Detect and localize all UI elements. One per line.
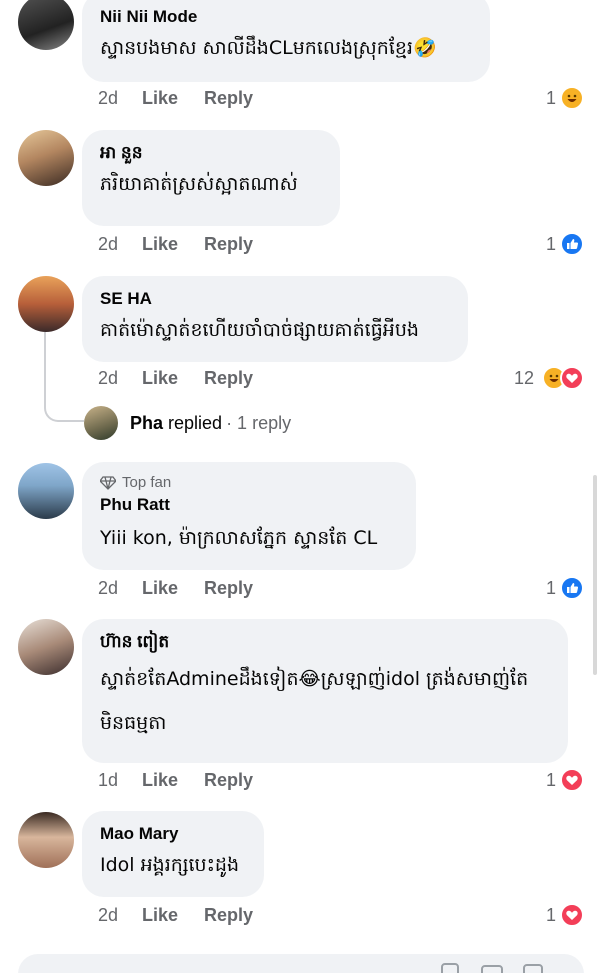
comment-timestamp[interactable]: 2d	[98, 368, 142, 389]
comment-text: Idol អង្គរក្សបេះដូង	[100, 854, 240, 876]
comment-timestamp[interactable]: 2d	[98, 88, 142, 109]
thumbs-up-icon	[560, 232, 584, 256]
reaction-count: 1	[545, 577, 556, 598]
replies-link[interactable]: Pha replied · 1 reply	[84, 406, 291, 440]
comment-actions: 2d Like Reply	[98, 368, 279, 389]
comment-actions: 1d Like Reply	[98, 770, 279, 791]
like-button[interactable]: Like	[142, 905, 178, 926]
reply-author[interactable]: Pha	[130, 413, 163, 434]
sticker-icon[interactable]	[440, 962, 462, 973]
heart-icon	[560, 366, 584, 390]
comment-bubble: Nii Nii Mode ស្ទានបងមាស សាលីដឹងCLមកលេងស្…	[82, 0, 490, 82]
camera-icon[interactable]	[480, 962, 504, 973]
comment-bubble: អា នួន ភរិយាគាត់ស្រស់ស្អាតណាស់	[82, 130, 340, 226]
avatar[interactable]	[84, 406, 118, 440]
reaction-summary[interactable]: 12	[514, 366, 584, 390]
reaction-count: 12	[513, 367, 534, 388]
scrollbar[interactable]	[593, 475, 597, 675]
comment-author[interactable]: Mao Mary	[100, 823, 246, 845]
gif-icon[interactable]	[522, 962, 544, 973]
comment-timestamp[interactable]: 2d	[98, 234, 142, 255]
comment-timestamp[interactable]: 1d	[98, 770, 142, 791]
comment-text: ភរិយាគាត់ស្រស់ស្អាតណាស់	[100, 173, 298, 195]
comment-actions: 2d Like Reply	[98, 88, 279, 109]
comment-actions: 2d Like Reply	[98, 578, 279, 599]
heart-icon	[560, 768, 584, 792]
avatar[interactable]	[18, 812, 74, 868]
like-button[interactable]: Like	[142, 368, 178, 389]
avatar[interactable]	[18, 619, 74, 675]
comment-text: ស្ទាត់ខតែAdmineដឹងទៀត😂ស្រឡាញ់idol ត្រង់ស…	[100, 668, 529, 734]
comment-bubble: Mao Mary Idol អង្គរក្សបេះដូង	[82, 811, 264, 897]
reply-button[interactable]: Reply	[204, 368, 253, 389]
reaction-summary[interactable]: 1	[546, 576, 584, 600]
comment-timestamp[interactable]: 2d	[98, 905, 142, 926]
reply-button[interactable]: Reply	[204, 578, 253, 599]
like-button[interactable]: Like	[142, 88, 178, 109]
avatar[interactable]	[18, 0, 74, 50]
comment-compose-input[interactable]	[18, 954, 584, 973]
comment-bubble: SE HA គាត់ម៉ោស្ទាត់ខហើយចាំបាច់ផ្សាយគាត់ធ…	[82, 276, 468, 362]
comment-timestamp[interactable]: 2d	[98, 578, 142, 599]
comment-author[interactable]: Nii Nii Mode	[100, 6, 472, 28]
reaction-summary[interactable]: 1	[546, 768, 584, 792]
badge-label: Top fan	[122, 474, 172, 491]
reply-button[interactable]: Reply	[204, 234, 253, 255]
top-fan-badge: Top fan	[100, 474, 398, 492]
reaction-count: 1	[545, 904, 556, 925]
comment-author[interactable]: ហ៊ាន ពៀត	[100, 631, 550, 653]
thumbs-up-icon	[560, 576, 584, 600]
reaction-summary[interactable]: 1	[546, 903, 584, 927]
comment-bubble: ហ៊ាន ពៀត ស្ទាត់ខតែAdmineដឹងទៀត😂ស្រឡាញ់id…	[82, 619, 568, 763]
reaction-count: 1	[545, 769, 556, 790]
reply-button[interactable]: Reply	[204, 770, 253, 791]
diamond-icon	[100, 476, 116, 490]
comment-actions: 2d Like Reply	[98, 905, 279, 926]
comment-author[interactable]: Phu Ratt	[100, 494, 398, 516]
avatar[interactable]	[18, 130, 74, 186]
reaction-count: 1	[545, 87, 556, 108]
reaction-count: 1	[545, 233, 556, 254]
reply-label[interactable]: replied	[168, 413, 222, 434]
reply-button[interactable]: Reply	[204, 905, 253, 926]
comment-author[interactable]: អា នួន	[100, 142, 322, 164]
heart-icon	[560, 903, 584, 927]
laughing-face-icon	[560, 86, 584, 110]
like-button[interactable]: Like	[142, 234, 178, 255]
avatar[interactable]	[18, 276, 74, 332]
comment-author[interactable]: SE HA	[100, 288, 450, 310]
comment-bubble: Top fan Phu Ratt Yiii kon, ម៉ាក្រលាសភ្នែ…	[82, 462, 416, 570]
comment-text: ស្ទានបងមាស សាលីដឹងCLមកលេងស្រុកខ្មែរ🤣	[100, 37, 437, 59]
comment-actions: 2d Like Reply	[98, 234, 279, 255]
like-button[interactable]: Like	[142, 770, 178, 791]
reaction-summary[interactable]: 1	[546, 232, 584, 256]
reaction-summary[interactable]: 1	[546, 86, 584, 110]
comment-text: គាត់ម៉ោស្ទាត់ខហើយចាំបាច់ផ្សាយគាត់ធ្វើអីប…	[100, 319, 419, 341]
reply-button[interactable]: Reply	[204, 88, 253, 109]
reply-thread-line	[44, 332, 84, 422]
like-button[interactable]: Like	[142, 578, 178, 599]
avatar[interactable]	[18, 463, 74, 519]
compose-tools	[440, 962, 544, 973]
reply-count[interactable]: · 1 reply	[226, 413, 291, 434]
comment-text: Yiii kon, ម៉ាក្រលាសភ្នែក ស្ទានតែ CL	[100, 527, 378, 549]
